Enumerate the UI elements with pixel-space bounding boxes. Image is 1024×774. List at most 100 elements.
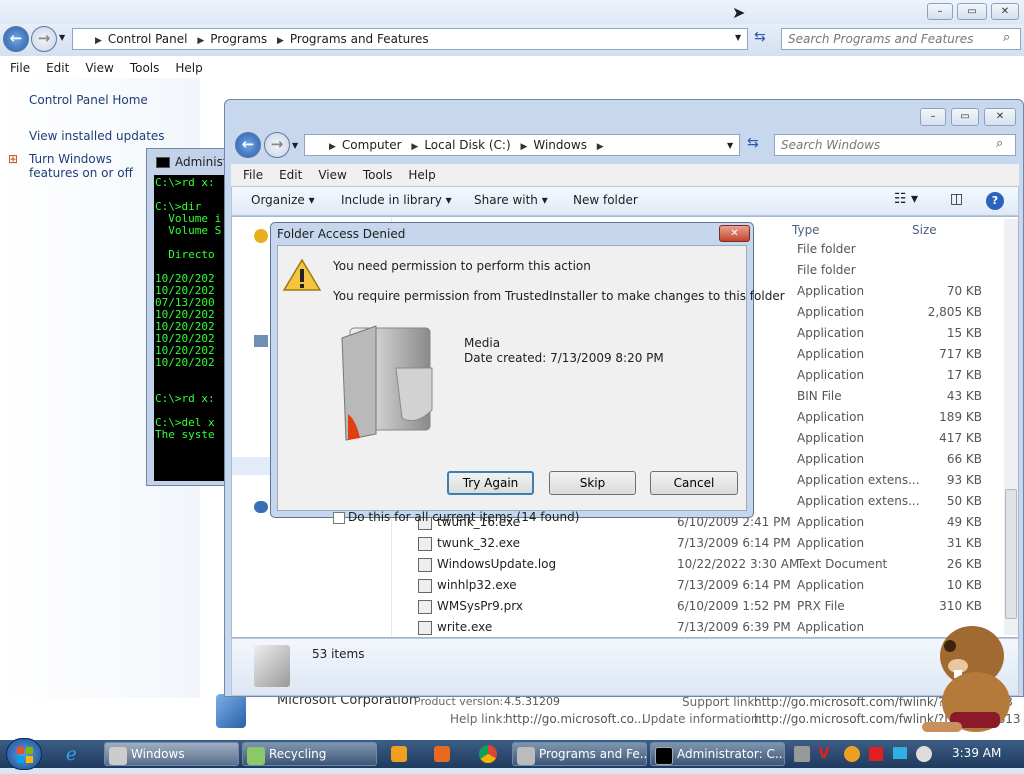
column-header-type[interactable]: Type [792, 223, 820, 237]
share-with-button[interactable]: Share with ▾ [474, 193, 548, 207]
start-button[interactable] [6, 738, 42, 770]
file-type: Application extens... [797, 494, 920, 508]
cmd-console[interactable]: C:\>rd x: C:\>dir Volume i Volume S Direc… [154, 175, 229, 481]
taskbar-item-programs-and-features[interactable]: Programs and Fe... [512, 742, 647, 766]
file-size: 49 KB [946, 515, 982, 529]
explorer-menubar: File Edit View Tools Help [231, 164, 1019, 186]
menu-view[interactable]: View [318, 168, 346, 182]
file-row[interactable]: write.exe 7/13/2009 6:39 PM Application [232, 617, 1020, 638]
history-dropdown-icon[interactable]: ▼ [292, 141, 298, 150]
include-in-library-button[interactable]: Include in library ▾ [341, 193, 452, 207]
search-tray-icon[interactable] [844, 746, 860, 762]
address-bar[interactable]: ▶ Control Panel ▶ Programs ▶ Programs and F… [72, 28, 748, 50]
control-panel-menubar: File Edit View Tools Help [10, 58, 219, 78]
volume-tray-icon[interactable] [916, 746, 932, 762]
search-input[interactable]: Search Programs and Features [781, 28, 1021, 50]
file-icon [418, 579, 432, 593]
preview-pane-icon[interactable]: ◫ [950, 191, 963, 207]
turn-windows-features-link[interactable]: Turn Windows features on or off [29, 152, 149, 180]
minimize-button[interactable]: – [927, 3, 953, 20]
organize-button[interactable]: Organize ▾ [251, 193, 315, 207]
flag-tray-icon[interactable] [869, 747, 883, 761]
menu-tools[interactable]: Tools [363, 168, 393, 182]
file-date: 10/22/2022 3:30 AM [677, 557, 800, 571]
search-icon[interactable]: ⌕ [996, 136, 1003, 151]
file-row[interactable]: WMSysPr9.prx 6/10/2009 1:52 PM PRX File 310… [232, 596, 1020, 617]
refresh-icon[interactable]: ⇆ [747, 135, 759, 151]
address-dropdown-icon[interactable]: ▼ [727, 141, 733, 150]
internet-explorer-icon[interactable]: ℯ [66, 744, 77, 765]
address-dropdown-icon[interactable]: ▼ [735, 33, 741, 42]
view-installed-updates-link[interactable]: View installed updates [29, 129, 165, 143]
taskbar-item-administrator-cmd[interactable]: Administrator: C... [650, 742, 785, 766]
menu-edit[interactable]: Edit [46, 61, 69, 75]
back-button[interactable]: ← [3, 26, 29, 52]
command-prompt-window[interactable]: Administrator: C... C:\>rd x:C:\>dir Vol… [146, 148, 229, 486]
apply-to-all-label[interactable]: Do this for all current items (14 found) [348, 510, 579, 524]
minimize-button[interactable]: – [920, 108, 946, 126]
menu-help[interactable]: Help [175, 61, 202, 75]
menu-file[interactable]: File [10, 61, 30, 75]
apply-to-all-checkbox[interactable] [333, 512, 345, 524]
forward-button[interactable]: → [31, 26, 57, 52]
taskbar-item-recycling[interactable]: Recycling [242, 742, 377, 766]
help-icon[interactable]: ? [986, 192, 1004, 210]
taskbar-label: Administrator: C... [677, 747, 785, 761]
file-size: 31 KB [946, 536, 982, 550]
breadcrumb-item[interactable]: Computer [342, 138, 402, 152]
history-dropdown-icon[interactable]: ▼ [59, 33, 65, 42]
file-size: 70 KB [946, 284, 982, 298]
refresh-icon[interactable]: ⇆ [754, 29, 766, 45]
help-link[interactable]: http://go.microsoft.co... [505, 712, 645, 726]
media-player-icon[interactable] [391, 746, 407, 762]
close-button[interactable]: ✕ [991, 3, 1019, 20]
address-bar[interactable]: ▶ Computer ▶ Local Disk (C:) ▶ Windows ▶ [304, 134, 740, 156]
dialog-heading: You need permission to perform this acti… [333, 259, 591, 273]
close-button[interactable]: ✕ [719, 225, 750, 242]
maximize-button[interactable]: ▭ [957, 3, 987, 20]
menu-file[interactable]: File [243, 168, 263, 182]
tray-icon[interactable] [794, 746, 810, 762]
view-options-icon[interactable]: ☷ ▾ [894, 191, 918, 207]
taskbar-item-windows[interactable]: Windows [104, 742, 239, 766]
file-name: write.exe [437, 620, 493, 634]
breadcrumb-item[interactable]: Programs [210, 32, 267, 46]
menu-edit[interactable]: Edit [279, 168, 302, 182]
menu-tools[interactable]: Tools [130, 61, 160, 75]
breadcrumb-item[interactable]: Local Disk (C:) [424, 138, 510, 152]
menu-view[interactable]: View [85, 61, 113, 75]
file-row[interactable]: winhlp32.exe 7/13/2009 6:14 PM Application… [232, 575, 1020, 596]
breadcrumb-item[interactable]: Windows [533, 138, 587, 152]
file-row[interactable]: WindowsUpdate.log 10/22/2022 3:30 AM Text … [232, 554, 1020, 575]
forward-button[interactable]: → [264, 132, 290, 158]
antivirus-tray-icon[interactable]: V [818, 744, 830, 762]
file-type: Application [797, 368, 865, 382]
windows-shield-icon: ⊞ [8, 152, 19, 166]
back-button[interactable]: ← [235, 132, 261, 158]
breadcrumb-item[interactable]: Control Panel [108, 32, 188, 46]
file-icon [418, 621, 432, 635]
chrome-icon[interactable] [479, 745, 497, 763]
search-input[interactable]: Search Windows [774, 134, 1016, 156]
skip-button[interactable]: Skip [549, 471, 636, 495]
column-header-size[interactable]: Size [912, 223, 937, 237]
paint-icon[interactable] [434, 746, 450, 762]
cancel-button[interactable]: Cancel [650, 471, 738, 495]
new-folder-button[interactable]: New folder [573, 193, 638, 207]
network-tray-icon[interactable] [893, 747, 907, 759]
maximize-button[interactable]: ▭ [951, 108, 979, 126]
clock[interactable]: 3:39 AM [952, 746, 1001, 760]
file-type: Application [797, 578, 865, 592]
file-row[interactable]: twunk_32.exe 7/13/2009 6:14 PM Application… [232, 533, 1020, 554]
file-type: Application [797, 515, 865, 529]
file-type: File folder [797, 242, 856, 256]
explorer-command-bar: Organize ▾ Include in library ▾ Share wi… [231, 186, 1019, 216]
control-panel-home-link[interactable]: Control Panel Home [29, 93, 148, 107]
warning-icon [283, 258, 321, 291]
breadcrumb-item[interactable]: Programs and Features [290, 32, 429, 46]
file-type: PRX File [797, 599, 845, 613]
try-again-button[interactable]: Try Again [447, 471, 534, 495]
close-button[interactable]: ✕ [984, 108, 1016, 126]
search-icon[interactable]: ⌕ [1003, 30, 1010, 45]
menu-help[interactable]: Help [408, 168, 435, 182]
